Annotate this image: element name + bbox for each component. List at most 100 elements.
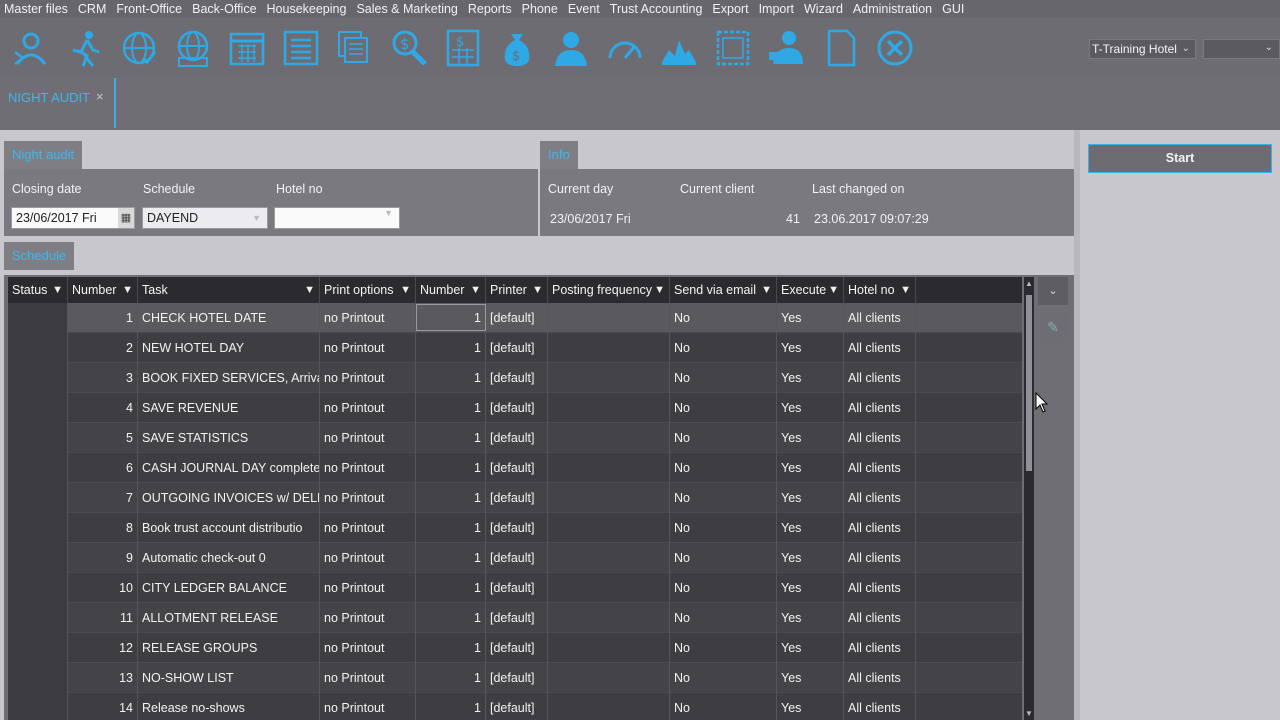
cell-task[interactable]: NEW HOTEL DAY	[138, 333, 320, 363]
speedometer-button[interactable]	[598, 26, 652, 70]
menu-item-gui[interactable]: GUI	[937, 0, 969, 18]
cell-number[interactable]: 11	[68, 603, 138, 633]
table-row[interactable]: 5 SAVE STATISTICS no Printout 1 [default] No Y…	[8, 423, 1022, 453]
cell-number[interactable]: 8	[68, 513, 138, 543]
table-row[interactable]: 1 CHECK HOTEL DATE no Printout 1 [default] No…	[8, 303, 1022, 333]
cell-execute[interactable]: Yes	[777, 633, 844, 663]
cell-task[interactable]: CITY LEDGER BALANCE	[138, 573, 320, 603]
cell-send-via-email[interactable]: No	[670, 363, 777, 393]
cell-number[interactable]: 13	[68, 663, 138, 693]
cell-printer[interactable]: [default]	[486, 693, 548, 720]
cell-hotel-no[interactable]: All clients	[844, 423, 916, 453]
column-header-printer[interactable]: Printer ▼	[486, 277, 548, 303]
table-row[interactable]: 14 Release no-shows no Printout 1 [default] N…	[8, 693, 1022, 720]
list-button[interactable]	[274, 26, 328, 70]
cell-print-options[interactable]: no Printout	[320, 303, 416, 333]
cell-print-options[interactable]: no Printout	[320, 453, 416, 483]
cell-task[interactable]: SAVE STATISTICS	[138, 423, 320, 453]
documents-button[interactable]	[328, 26, 382, 70]
cell-task[interactable]: Automatic check-out 0	[138, 543, 320, 573]
close-circle-button[interactable]	[868, 26, 922, 70]
column-header-send-via-email[interactable]: Send via email ▼	[670, 277, 777, 303]
cell-hotel-no[interactable]: All clients	[844, 333, 916, 363]
filter-icon[interactable]: ▼	[470, 277, 481, 303]
cell-hotel-no[interactable]: All clients	[844, 453, 916, 483]
cell-number[interactable]: 2	[68, 333, 138, 363]
cell-copies[interactable]: 1	[416, 363, 486, 393]
search-money-button[interactable]: $	[382, 26, 436, 70]
column-header-execute[interactable]: Execute ▼	[777, 277, 844, 303]
cell-execute[interactable]: Yes	[777, 513, 844, 543]
table-row[interactable]: 3 BOOK FIXED SERVICES, Arrivals no Printou…	[8, 363, 1022, 393]
cell-printer[interactable]: [default]	[486, 633, 548, 663]
cell-number[interactable]: 9	[68, 543, 138, 573]
cell-send-via-email[interactable]: No	[670, 453, 777, 483]
cell-hotel-no[interactable]: All clients	[844, 573, 916, 603]
cell-send-via-email[interactable]: No	[670, 423, 777, 453]
table-row[interactable]: 4 SAVE REVENUE no Printout 1 [default] No Yes A…	[8, 393, 1022, 423]
cell-send-via-email[interactable]: No	[670, 603, 777, 633]
cell-status[interactable]	[8, 483, 68, 513]
menu-item-export[interactable]: Export	[707, 0, 753, 18]
menu-item-phone[interactable]: Phone	[517, 0, 563, 18]
menu-item-wizard[interactable]: Wizard	[799, 0, 848, 18]
cell-number[interactable]: 12	[68, 633, 138, 663]
cell-send-via-email[interactable]: No	[670, 333, 777, 363]
cell-status[interactable]	[8, 333, 68, 363]
cell-printer[interactable]: [default]	[486, 543, 548, 573]
filter-icon[interactable]: ▼	[761, 277, 772, 303]
cell-posting-frequency[interactable]	[548, 333, 670, 363]
schedule-select[interactable]: DAYEND ▼	[142, 207, 268, 229]
closing-date-input[interactable]: 23/06/2017 Fri ▦	[11, 207, 135, 229]
cell-posting-frequency[interactable]	[548, 663, 670, 693]
cell-posting-frequency[interactable]	[548, 693, 670, 720]
cell-print-options[interactable]: no Printout	[320, 363, 416, 393]
filter-icon[interactable]: ▼	[52, 277, 63, 303]
cell-copies[interactable]: 1	[416, 663, 486, 693]
cell-posting-frequency[interactable]	[548, 633, 670, 663]
cell-execute[interactable]: Yes	[777, 483, 844, 513]
cell-print-options[interactable]: no Printout	[320, 543, 416, 573]
cell-status[interactable]	[8, 423, 68, 453]
filter-icon[interactable]: ▼	[654, 277, 665, 303]
cell-execute[interactable]: Yes	[777, 333, 844, 363]
menu-item-crm[interactable]: CRM	[73, 0, 111, 18]
close-icon[interactable]: ×	[96, 89, 104, 104]
cell-send-via-email[interactable]: No	[670, 573, 777, 603]
table-row[interactable]: 7OUTGOING INVOICES w/ DELETEno Printout1…	[8, 483, 1022, 513]
cell-task[interactable]: CASH JOURNAL DAY complete	[138, 453, 320, 483]
cell-print-options[interactable]: no Printout	[320, 633, 416, 663]
cell-printer[interactable]: [default]	[486, 513, 548, 543]
cell-copies[interactable]: 1	[416, 543, 486, 573]
cell-printer[interactable]: [default]	[486, 603, 548, 633]
scroll-up-icon[interactable]: ▲	[1025, 279, 1033, 288]
cell-print-options[interactable]: no Printout	[320, 423, 416, 453]
cell-copies[interactable]: 1	[416, 513, 486, 543]
cell-task[interactable]: Book trust account distributio	[138, 513, 320, 543]
cell-task[interactable]: BOOK FIXED SERVICES, Arrivals	[138, 363, 320, 393]
cell-status[interactable]	[8, 693, 68, 720]
cell-posting-frequency[interactable]	[548, 303, 670, 333]
cell-posting-frequency[interactable]	[548, 363, 670, 393]
cell-status[interactable]	[8, 663, 68, 693]
cell-send-via-email[interactable]: No	[670, 393, 777, 423]
table-row[interactable]: 6 CASH JOURNAL DAY complete no Printout 1 [d…	[8, 453, 1022, 483]
cell-number[interactable]: 7	[68, 483, 138, 513]
cell-copies[interactable]: 1	[416, 603, 486, 633]
tab-night-audit[interactable]: NIGHT AUDIT ×	[0, 78, 116, 128]
cell-send-via-email[interactable]: No	[670, 513, 777, 543]
table-row[interactable]: 9 Automatic check-out 0 no Printout 1 [defau…	[8, 543, 1022, 573]
table-row[interactable]: 11 ALLOTMENT RELEASE no Printout 1 [default]…	[8, 603, 1022, 633]
blank-page-button[interactable]	[814, 26, 868, 70]
cell-print-options[interactable]: no Printout	[320, 513, 416, 543]
calendar-grid-button[interactable]	[220, 26, 274, 70]
menu-item-event[interactable]: Event	[563, 0, 605, 18]
cell-status[interactable]	[8, 393, 68, 423]
cell-posting-frequency[interactable]	[548, 513, 670, 543]
cell-posting-frequency[interactable]	[548, 543, 670, 573]
cell-copies[interactable]: 1	[416, 453, 486, 483]
column-header-number[interactable]: Number ▼	[68, 277, 138, 303]
cell-print-options[interactable]: no Printout	[320, 663, 416, 693]
cell-printer[interactable]: [default]	[486, 663, 548, 693]
globe-check-button[interactable]	[112, 26, 166, 70]
